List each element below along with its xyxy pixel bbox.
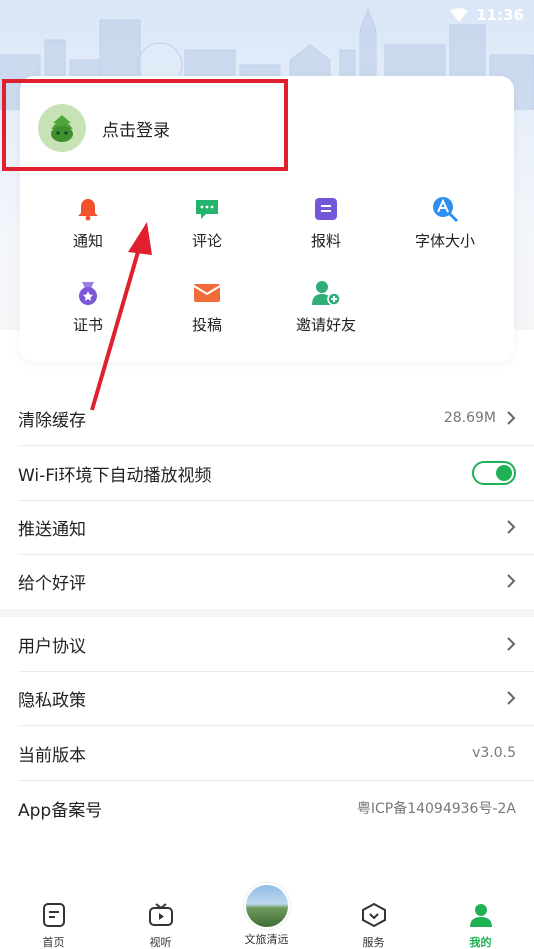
clear-cache-row[interactable]: 清除缓存 28.69M	[0, 391, 534, 445]
version-label: 当前版本	[18, 745, 86, 766]
font-size-button[interactable]: 字体大小	[400, 194, 490, 251]
report-button[interactable]: 报料	[281, 194, 371, 251]
tab-me-label: 我的	[469, 936, 492, 949]
toggle-knob	[496, 465, 512, 481]
chevron-right-icon	[507, 411, 516, 425]
add-friend-icon	[312, 281, 341, 306]
bottom-tab-bar: 首页 视听 文旅清远 服务 我的	[0, 880, 534, 949]
tab-services[interactable]: 服务	[320, 880, 427, 949]
font-size-label: 字体大小	[414, 232, 475, 250]
report-icon	[315, 198, 337, 220]
push-notification-row[interactable]: 推送通知	[0, 500, 534, 554]
user-agreement-row[interactable]: 用户协议	[0, 617, 534, 671]
privacy-policy-label: 隐私政策	[18, 690, 86, 711]
autoplay-video-label: Wi-Fi环境下自动播放视频	[18, 465, 212, 486]
rate-app-row[interactable]: 给个好评	[0, 554, 534, 608]
privacy-policy-row[interactable]: 隐私政策	[0, 671, 534, 725]
invite-friends-button[interactable]: 邀请好友	[281, 278, 371, 335]
service-shield-icon	[361, 902, 386, 928]
wifi-icon	[450, 8, 469, 22]
comment-button[interactable]: 评论	[162, 194, 252, 251]
chevron-right-icon	[507, 574, 516, 588]
tab-video-label: 视听	[149, 936, 172, 949]
version-value: v3.0.5	[472, 745, 516, 761]
tab-home[interactable]: 首页	[0, 880, 107, 949]
icp-record-label: App备案号	[18, 800, 103, 821]
font-size-icon	[433, 197, 459, 223]
tv-play-icon	[148, 903, 173, 926]
icp-record-row: App备案号 粤ICP备14094936号-2A	[0, 781, 534, 835]
autoplay-video-row: Wi-Fi环境下自动播放视频	[0, 446, 534, 500]
profile-icon	[469, 904, 492, 927]
push-notification-label: 推送通知	[18, 519, 86, 540]
tab-services-label: 服务	[362, 936, 385, 949]
envelope-icon	[193, 284, 221, 302]
submit-article-label: 投稿	[191, 316, 222, 334]
tab-tourism-label: 文旅清远	[244, 933, 289, 946]
rate-app-label: 给个好评	[18, 573, 86, 594]
autoplay-toggle[interactable]	[472, 461, 516, 485]
home-doc-icon	[42, 903, 65, 927]
chevron-right-icon	[507, 637, 516, 651]
status-bar: 11:36	[0, 0, 534, 30]
section-separator	[0, 609, 534, 617]
clear-cache-label: 清除缓存	[18, 410, 86, 431]
comment-icon	[196, 200, 218, 219]
notification-button[interactable]: 通知	[43, 194, 133, 251]
icp-record-value: 粤ICP备14094936号-2A	[356, 801, 516, 817]
medal-icon	[79, 282, 97, 305]
version-row: 当前版本 v3.0.5	[0, 726, 534, 780]
submit-article-button[interactable]: 投稿	[162, 278, 252, 335]
bell-icon	[78, 199, 98, 221]
chevron-right-icon	[507, 520, 516, 534]
invite-friends-label: 邀请好友	[295, 316, 356, 334]
user-agreement-label: 用户协议	[18, 636, 86, 657]
status-time: 11:36	[476, 6, 524, 24]
certificate-label: 证书	[72, 316, 103, 334]
tab-tourism[interactable]: 文旅清远	[213, 880, 320, 949]
tab-me[interactable]: 我的	[427, 880, 534, 949]
certificate-button[interactable]: 证书	[43, 278, 133, 335]
chevron-right-icon	[507, 691, 516, 705]
annotation-highlight-box	[2, 79, 288, 171]
tab-video[interactable]: 视听	[107, 880, 214, 949]
notification-label: 通知	[72, 232, 103, 250]
tab-home-label: 首页	[42, 936, 65, 949]
cache-size-value: 28.69M	[443, 410, 496, 426]
comment-label: 评论	[191, 232, 222, 250]
report-label: 报料	[310, 232, 341, 250]
scenery-photo-icon	[243, 883, 290, 929]
